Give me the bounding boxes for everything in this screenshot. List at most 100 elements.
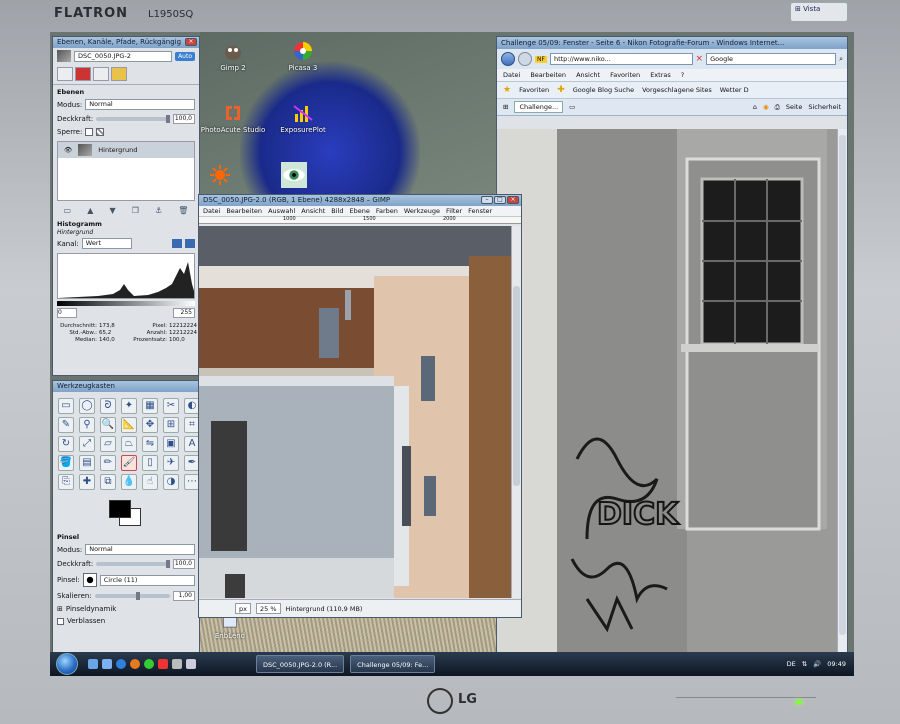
fav-item-suggested[interactable]: Vorgeschlagene Sites — [642, 86, 712, 94]
menu-auswahl[interactable]: Auswahl — [268, 207, 295, 215]
menu-bearbeiten[interactable]: Bearbeiten — [226, 207, 262, 215]
close-icon[interactable]: × — [507, 196, 519, 204]
search-input[interactable]: Google — [706, 53, 837, 65]
menu-filter[interactable]: Filter — [446, 207, 462, 215]
toolbox-titlebar[interactable]: Werkzeugkasten — [53, 381, 199, 392]
zoom-select[interactable]: 25 % — [255, 603, 281, 614]
lower-layer-icon[interactable]: ▼ — [109, 206, 115, 215]
paths-icon[interactable]: ✎ — [58, 417, 74, 433]
linear-histogram-icon[interactable] — [172, 239, 182, 248]
new-layer-icon[interactable]: ▭ — [64, 206, 72, 215]
dynamics-label[interactable]: Pinseldynamik — [66, 605, 116, 613]
blur-icon[interactable]: 💧 — [121, 474, 137, 490]
menu-fenster[interactable]: Fenster — [468, 207, 492, 215]
brush-opacity-slider[interactable] — [96, 560, 170, 568]
scale-icon[interactable]: ⤢ — [79, 436, 95, 452]
free-select-icon[interactable]: ᘐ — [100, 398, 116, 414]
perspective-clone-icon[interactable]: ⧉ — [100, 474, 116, 490]
home-icon[interactable]: ⌂ — [753, 103, 757, 111]
network-icon[interactable]: ⇅ — [802, 660, 807, 668]
image-window-titlebar[interactable]: DSC_0050.JPG-2.0 (RGB, 1 Ebene) 4288x284… — [199, 195, 521, 206]
forward-button[interactable] — [518, 52, 532, 66]
foreground-color-swatch[interactable] — [109, 500, 131, 518]
desktop-icon-exposureplot[interactable]: ExposurePlot — [268, 102, 338, 134]
favorites-button[interactable]: Favoriten — [519, 86, 549, 94]
switch-windows-icon[interactable] — [102, 659, 112, 669]
menu-ansicht[interactable]: Ansicht — [301, 207, 325, 215]
tab-challenge[interactable]: Challenge... — [514, 101, 564, 113]
menu-extras[interactable]: Extras — [650, 71, 671, 79]
menu-bearbeiten[interactable]: Bearbeiten — [530, 71, 566, 79]
lock-alpha-checkbox[interactable] — [96, 128, 105, 136]
menu-datei[interactable]: Datei — [503, 71, 520, 79]
task-browser[interactable]: Challenge 05/09: Fe... — [350, 655, 436, 673]
rotate-icon[interactable]: ↻ — [58, 436, 74, 452]
firefox-icon[interactable] — [130, 659, 140, 669]
heal-icon[interactable]: ✚ — [79, 474, 95, 490]
move-icon[interactable]: ✥ — [142, 417, 158, 433]
menu-ebene[interactable]: Ebene — [349, 207, 369, 215]
desktop-icon-photoacute[interactable]: PhotoAcute Studio — [198, 102, 268, 134]
fuzzy-select-icon[interactable]: ✦ — [121, 398, 137, 414]
scale-input[interactable]: 1,00 — [173, 591, 195, 601]
image-select[interactable]: DSC_0050.JPG-2 — [74, 50, 173, 62]
fav-item-google-blog[interactable]: Google Blog Suche — [573, 86, 634, 94]
browser-scrollbar[interactable] — [837, 129, 847, 655]
back-button[interactable] — [501, 52, 515, 66]
anchor-layer-icon[interactable]: ⚓ — [155, 206, 162, 215]
favorites-star-icon[interactable]: ★ — [503, 85, 511, 95]
unit-select[interactable]: px — [235, 603, 251, 614]
menu-datei[interactable]: Datei — [203, 207, 220, 215]
horizontal-ruler[interactable]: 1000 1500 2000 — [199, 216, 521, 224]
browser-page[interactable]: DICK — [497, 129, 837, 655]
page-menu[interactable]: Seite — [786, 103, 802, 111]
delete-layer-icon[interactable]: 🗑 — [178, 206, 188, 215]
new-tab-icon[interactable]: ▭ — [569, 103, 575, 111]
cage-icon[interactable]: ▣ — [163, 436, 179, 452]
task-gimp[interactable]: DSC_0050.JPG-2.0 (R... — [256, 655, 345, 673]
range-max-input[interactable]: 255 — [173, 308, 195, 318]
auto-button[interactable]: Auto — [175, 51, 195, 61]
desktop-icon-sun[interactable] — [200, 164, 240, 188]
shear-icon[interactable]: ▱ — [100, 436, 116, 452]
smudge-icon[interactable]: ☝ — [142, 474, 158, 490]
rss-icon[interactable]: ◉ — [763, 103, 769, 111]
monitor-buttons[interactable] — [676, 697, 816, 703]
tab-grid-icon[interactable]: ⊞ — [503, 103, 508, 111]
duplicate-layer-icon[interactable]: ❐ — [132, 206, 139, 215]
brush-mode-select[interactable]: Normal — [85, 544, 195, 555]
app-icon[interactable] — [172, 659, 182, 669]
search-icon[interactable]: ⌕ — [839, 55, 843, 64]
bucket-fill-icon[interactable]: 🪣 — [58, 455, 74, 471]
desktop-icon-gimp[interactable]: Gimp 2 — [198, 40, 268, 72]
scissors-icon[interactable]: ✂ — [163, 398, 179, 414]
zoom-icon[interactable]: 🔍 — [100, 417, 116, 433]
tab-layers[interactable] — [57, 67, 73, 81]
pencil-icon[interactable]: ✏ — [100, 455, 116, 471]
menu-farben[interactable]: Farben — [376, 207, 398, 215]
color-picker-icon[interactable]: ⚲ — [79, 417, 95, 433]
scale-slider[interactable] — [94, 592, 170, 600]
close-icon[interactable]: × — [185, 38, 197, 46]
show-desktop-icon[interactable] — [88, 659, 98, 669]
menu-favoriten[interactable]: Favoriten — [610, 71, 640, 79]
print-icon[interactable]: ⎙ — [775, 103, 780, 112]
add-favorite-icon[interactable]: ✚ — [557, 85, 565, 95]
desktop-icon-picasa[interactable]: Picasa 3 — [268, 40, 338, 72]
color-select-icon[interactable]: ▦ — [142, 398, 158, 414]
canvas-vertical-scrollbar[interactable] — [511, 226, 521, 598]
menu-werkzeuge[interactable]: Werkzeuge — [404, 207, 440, 215]
channel-select[interactable]: Wert — [81, 238, 132, 249]
measure-icon[interactable]: 📐 — [121, 417, 137, 433]
security-menu[interactable]: Sicherheit — [808, 103, 841, 111]
fav-item-weather[interactable]: Wetter D — [720, 86, 749, 94]
menu-ansicht[interactable]: Ansicht — [576, 71, 600, 79]
minimize-icon[interactable]: – — [481, 196, 493, 204]
menu-help[interactable]: ? — [681, 71, 684, 79]
paintbrush-icon[interactable]: 🖌 — [121, 455, 137, 471]
mode-select[interactable]: Normal — [85, 99, 195, 110]
layer-row[interactable]: 👁 Hintergrund — [58, 142, 194, 158]
log-histogram-icon[interactable] — [185, 239, 195, 248]
brush-opacity-input[interactable]: 100,0 — [173, 559, 195, 569]
blend-icon[interactable]: ▤ — [79, 455, 95, 471]
